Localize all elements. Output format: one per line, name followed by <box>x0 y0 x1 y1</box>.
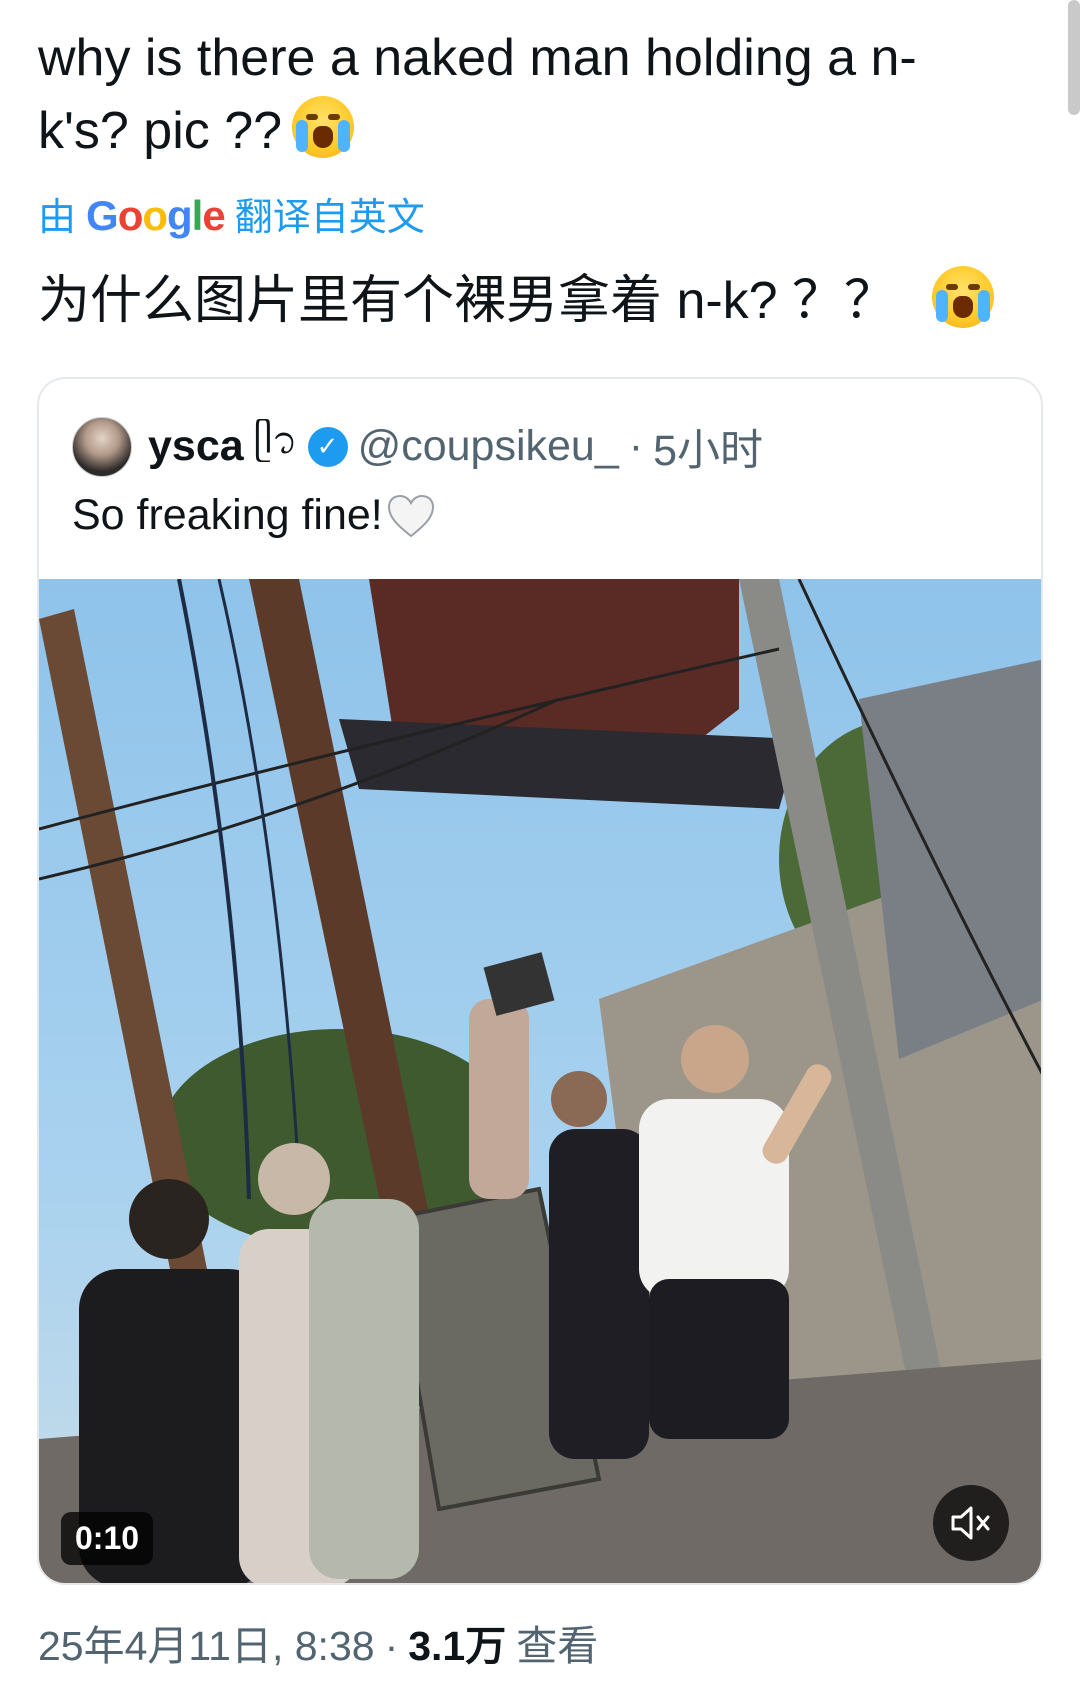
view-count: 3.1万 <box>408 1623 507 1669</box>
avatar[interactable] <box>72 416 132 477</box>
quoted-tweet-text-content: So freaking fine! <box>72 491 383 539</box>
white-heart-icon <box>387 494 435 538</box>
translation-suffix: 翻译自英文 <box>234 197 425 239</box>
scrollbar[interactable] <box>1068 0 1080 115</box>
quoted-tweet-text: So freaking fine! <box>72 491 435 540</box>
quoted-author-name[interactable]: ysca <box>148 422 244 471</box>
tweet-meta: 25年4月11日, 8:38 · 3.1万 查看 <box>38 1612 598 1672</box>
video-player[interactable]: 0:10 <box>39 579 1041 1583</box>
video-frame <box>39 579 1041 1583</box>
translation-prefix: 由 <box>38 197 77 239</box>
google-logo: Google <box>86 192 226 239</box>
loudly-crying-face-icon <box>932 266 995 328</box>
mute-button[interactable] <box>933 1485 1009 1561</box>
tweet-date[interactable]: 25年4月11日, 8:38 <box>38 1612 375 1672</box>
quoted-tweet-card[interactable]: ysca ᥫ᭡ ✓ @coupsikeu_ · 5小时 So freaking … <box>37 377 1043 1585</box>
separator-dot: · <box>628 422 644 470</box>
view-count-label: 查看 <box>516 1623 599 1669</box>
quoted-author-handle[interactable]: @coupsikeu_ <box>358 422 619 471</box>
separator-dot: · <box>384 1623 399 1669</box>
translation-attribution[interactable]: 由 Google 翻译自英文 <box>38 186 425 241</box>
quoted-tweet-header: ysca ᥫ᭡ ✓ @coupsikeu_ · 5小时 <box>72 412 763 481</box>
tweet-text-content: why is there a naked man holding a n-k's… <box>38 29 917 160</box>
quoted-author-name-decoration: ᥫ᭡ <box>253 420 298 462</box>
tweet-text: why is there a naked man holding a n-k's… <box>38 22 998 168</box>
verified-badge-icon: ✓ <box>307 426 348 467</box>
loudly-crying-face-icon <box>292 96 355 158</box>
video-duration-badge: 0:10 <box>61 1512 154 1565</box>
translated-text-content: 为什么图片里有个裸男拿着 n-k? ？？ <box>38 272 897 330</box>
speaker-muted-icon <box>951 1506 990 1540</box>
translated-text: 为什么图片里有个裸男拿着 n-k? ？？ <box>38 265 995 337</box>
quoted-tweet-time[interactable]: 5小时 <box>653 416 763 478</box>
